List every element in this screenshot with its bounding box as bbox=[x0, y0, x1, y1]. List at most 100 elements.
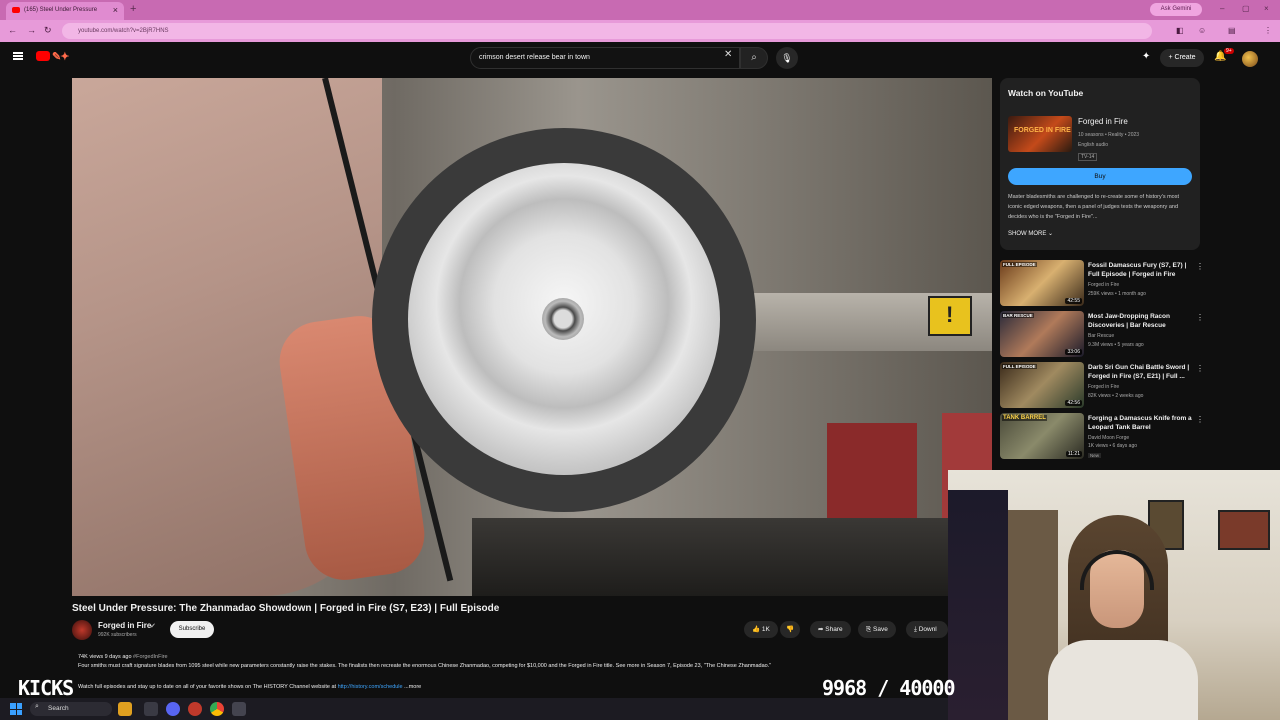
taskbar-app-icon[interactable] bbox=[118, 702, 132, 716]
taskbar-search[interactable]: Search bbox=[30, 702, 112, 716]
profile-icon[interactable]: ☺ bbox=[1198, 26, 1206, 35]
chevron-down-icon: ⌄ bbox=[1048, 231, 1054, 237]
url-field[interactable]: youtube.com/watch?v=2BjR7HNS bbox=[62, 23, 1152, 39]
share-button[interactable]: ➦ Share bbox=[810, 621, 851, 638]
browser-tab[interactable]: (165) Steel Under Pressure × bbox=[6, 2, 124, 20]
subscriber-count: 992K subscribers bbox=[98, 632, 137, 638]
discord-icon[interactable] bbox=[166, 702, 180, 716]
search-button[interactable]: ⌕ bbox=[740, 47, 768, 69]
tab-title: (165) Steel Under Pressure bbox=[24, 7, 98, 13]
show-audio: English audio bbox=[1078, 142, 1109, 148]
account-avatar[interactable] bbox=[1242, 51, 1258, 67]
file-explorer-icon[interactable] bbox=[144, 702, 158, 716]
back-icon[interactable]: ← bbox=[8, 25, 17, 35]
download-button[interactable]: ⤓ Downl bbox=[906, 621, 948, 638]
clear-search-icon[interactable]: ✕ bbox=[724, 49, 732, 60]
search-icon: ⌕ bbox=[751, 52, 757, 63]
reload-icon[interactable]: ↻ bbox=[44, 25, 52, 36]
new-tab-icon[interactable]: + bbox=[130, 3, 136, 15]
recommendation-channel[interactable]: Bar Rescue bbox=[1088, 333, 1114, 339]
windows-start-icon[interactable] bbox=[10, 703, 22, 715]
close-tab-icon[interactable]: × bbox=[113, 5, 118, 15]
recommendation-title[interactable]: Fossil Damascus Fury (S7, E7) | Full Epi… bbox=[1088, 261, 1194, 279]
recommendation-thumbnail[interactable]: BAR RESCUE 33:06 bbox=[1000, 311, 1084, 357]
recommendation-item[interactable]: TANK BARREL 11:21 Forging a Damascus Kni… bbox=[1000, 413, 1210, 461]
recommendation-thumbnail[interactable]: TANK BARREL 11:21 bbox=[1000, 413, 1084, 459]
more-options-icon[interactable]: ⋮ bbox=[1196, 364, 1204, 373]
show-more-button[interactable]: SHOW MORE ⌄ bbox=[1008, 230, 1053, 237]
sidebar-icon[interactable]: ▤ bbox=[1228, 26, 1236, 35]
channel-avatar[interactable] bbox=[72, 620, 92, 640]
webcam-shirt bbox=[1048, 640, 1198, 720]
youtube-doodle-icon[interactable]: ✎✦ bbox=[52, 50, 69, 63]
close-window-icon[interactable]: × bbox=[1264, 4, 1269, 13]
more-options-icon[interactable]: ⋮ bbox=[1196, 313, 1204, 322]
search-input[interactable]: crimson desert release bear in town bbox=[470, 47, 740, 69]
recommendation-item[interactable]: BAR RESCUE 33:06 Most Jaw-Dropping Racon… bbox=[1000, 311, 1210, 359]
ask-gemini-button[interactable]: Ask Gemini bbox=[1150, 3, 1202, 16]
recommendation-views: 259K views • 1 month ago bbox=[1088, 291, 1146, 297]
dislike-button[interactable]: 👎 bbox=[780, 621, 801, 638]
buy-button[interactable]: Buy bbox=[1008, 168, 1192, 185]
description-link[interactable]: http://history.com/schedule bbox=[338, 684, 403, 690]
recommendation-title[interactable]: Darb Sri Gun Chai Battle Sword | Forged … bbox=[1088, 363, 1194, 381]
browser-menu-icon[interactable]: ⋮ bbox=[1264, 26, 1272, 35]
recommendation-channel[interactable]: Forged in Fire bbox=[1088, 282, 1119, 288]
forward-icon[interactable]: → bbox=[27, 25, 36, 35]
maximize-icon[interactable]: ▢ bbox=[1242, 4, 1250, 13]
recommendation-channel[interactable]: David Moon Forge bbox=[1088, 435, 1129, 441]
webcam-poster bbox=[1218, 510, 1270, 550]
recommendation-channel[interactable]: Forged in Fire bbox=[1088, 384, 1119, 390]
voice-search-button[interactable]: 🎙 bbox=[776, 47, 798, 69]
webcam-overlay bbox=[948, 470, 1280, 720]
video-description[interactable]: 74K views 9 days ago #ForgedInFire Four … bbox=[72, 648, 948, 696]
show-meta: 10 seasons • Reality • 2023 English audi… bbox=[1078, 130, 1139, 150]
browser-tab-bar: (165) Steel Under Pressure × + Ask Gemin… bbox=[0, 0, 1280, 20]
recommendation-thumbnail[interactable]: FULL EPISODE 42:56 bbox=[1000, 362, 1084, 408]
description-line: Watch full episodes and stay up to date … bbox=[78, 684, 421, 690]
show-title[interactable]: Forged in Fire bbox=[1078, 117, 1128, 126]
new-badge: New bbox=[1088, 453, 1102, 458]
show-more-label: SHOW MORE bbox=[1008, 231, 1047, 237]
panel-heading: Watch on YouTube bbox=[1008, 88, 1084, 98]
like-button[interactable]: 👍 1K bbox=[744, 621, 778, 638]
description-text: Watch full episodes and stay up to date … bbox=[78, 684, 338, 690]
hashtag-link[interactable]: #ForgedInFire bbox=[133, 654, 168, 660]
share-icon: ➦ bbox=[818, 626, 824, 633]
recommendation-views: 1K views • 6 days ago bbox=[1088, 443, 1137, 449]
recommendation-item[interactable]: FULL EPISODE 42:55 Fossil Damascus Fury … bbox=[1000, 260, 1210, 308]
more-options-icon[interactable]: ⋮ bbox=[1196, 262, 1204, 271]
recommendation-views: 9.3M views • 5 years ago bbox=[1088, 342, 1144, 348]
show-thumbnail[interactable]: FORGED IN FIRE bbox=[1008, 116, 1072, 152]
more-options-icon[interactable]: ⋮ bbox=[1196, 415, 1204, 424]
youtube-logo[interactable] bbox=[36, 51, 50, 61]
cast-icon[interactable]: ✦ bbox=[1142, 51, 1150, 62]
channel-name[interactable]: Forged in Fire bbox=[98, 621, 151, 630]
thumbs-down-icon: 👎 bbox=[786, 626, 795, 633]
kicks-overlay-label: KICKS bbox=[18, 676, 74, 700]
video-player[interactable] bbox=[72, 78, 992, 596]
share-label: Share bbox=[825, 626, 843, 633]
duration-badge: 33:06 bbox=[1065, 349, 1082, 355]
save-button[interactable]: ⎘ Save bbox=[858, 621, 896, 638]
subscribe-button[interactable]: Subscribe bbox=[170, 621, 214, 638]
recommendation-item[interactable]: FULL EPISODE 42:56 Darb Sri Gun Chai Bat… bbox=[1000, 362, 1210, 410]
menu-icon[interactable] bbox=[13, 52, 23, 60]
show-description: Master bladesmiths are challenged to re-… bbox=[1008, 194, 1180, 220]
obs-icon[interactable] bbox=[188, 702, 202, 716]
recommendation-title[interactable]: Most Jaw-Dropping Racon Discoveries | Ba… bbox=[1088, 312, 1194, 330]
recommendation-title[interactable]: Forging a Damascus Knife from a Leopard … bbox=[1088, 414, 1194, 432]
thumbnail-badge: FULL EPISODE bbox=[1002, 364, 1037, 369]
create-button[interactable]: + Create bbox=[1160, 49, 1204, 67]
show-meta-line: 10 seasons • Reality • 2023 bbox=[1078, 132, 1140, 138]
more-link[interactable]: ...more bbox=[404, 684, 421, 690]
terminal-icon[interactable] bbox=[232, 702, 246, 716]
verified-icon: ✔ bbox=[150, 623, 156, 630]
minimize-icon[interactable]: – bbox=[1220, 4, 1224, 13]
recommendation-thumbnail[interactable]: FULL EPISODE 42:55 bbox=[1000, 260, 1084, 306]
download-label: Downl bbox=[918, 626, 937, 633]
extensions-icon[interactable]: ◧ bbox=[1176, 26, 1184, 35]
chrome-icon[interactable] bbox=[210, 702, 224, 716]
show-thumbnail-text: FORGED IN FIRE bbox=[1014, 127, 1071, 134]
webcam-flag bbox=[948, 490, 1008, 720]
